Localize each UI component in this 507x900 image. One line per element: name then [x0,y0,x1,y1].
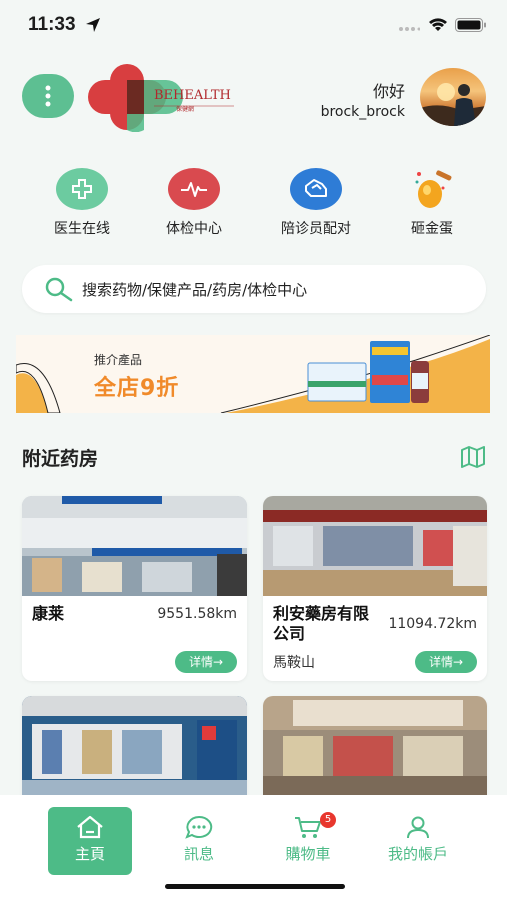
quick-action-label: 砸金蛋 [411,221,453,237]
pharmacy-photo [22,496,247,596]
user-icon [407,816,429,839]
pharmacy-name: 利安藥房有限公司 [273,604,370,643]
medical-cross-icon [56,168,108,210]
quick-action-label: 医生在线 [54,221,110,237]
map-icon[interactable] [460,446,486,468]
pharmacy-card[interactable] [22,696,247,806]
pharmacy-photo [22,696,247,796]
tab-label: 我的帳戶 [387,845,448,863]
battery-icon [455,18,486,32]
pharmacy-photo [263,696,487,796]
avatar-photo [420,83,486,126]
quick-action-golden-egg[interactable]: 砸金蛋 [377,168,487,238]
cart-badge: 5 [320,812,336,828]
username-text: brock_brock [320,104,405,120]
banner-subtitle: 推介產品 [94,353,143,367]
logo-wordmark: BEHEALTH [154,88,231,103]
handshake-icon [290,168,342,210]
heartbeat-icon [168,168,220,210]
pharmacy-area: 馬鞍山 [273,655,315,671]
quick-action-escort-match[interactable]: 陪诊员配对 [261,168,371,238]
search-bar[interactable]: 搜索药物/保健产品/药房/体检中心 [22,265,486,313]
pharmacy-distance: 11094.72km [388,616,477,632]
home-indicator [165,884,345,889]
logo-subtitle: 保健網 [176,106,195,113]
pharmacy-name: 康莱 [32,604,65,623]
wifi-icon [429,18,447,31]
banner-decoration [16,335,490,413]
greeting-text: 你好 [372,82,405,101]
details-button[interactable]: 详情→ [415,651,477,673]
tab-label: 購物車 [285,845,331,863]
quick-action-label: 体检中心 [166,221,222,237]
search-input[interactable]: 搜索药物/保健产品/药房/体检中心 [82,279,307,300]
signal-icon [399,27,420,31]
pharmacy-card[interactable]: 康莱 9551.58km 详情→ [22,496,247,681]
pharmacy-distance: 9551.58km [157,606,237,622]
avatar[interactable] [420,68,486,126]
quick-action-label: 陪诊员配对 [281,221,351,237]
pharmacy-photo [263,496,487,596]
home-icon [77,815,103,839]
quick-action-health-check[interactable]: 体检中心 [139,168,249,238]
tab-cart[interactable]: 購物車 [266,807,350,875]
details-button[interactable]: 详情→ [175,651,237,673]
golden-egg-icon [406,168,458,210]
tab-account[interactable]: 我的帳戶 [376,807,460,875]
chat-icon [185,815,213,839]
quick-actions: 医生在线 体检中心 陪诊员配对 砸金蛋 [0,168,507,238]
tab-messages[interactable]: 訊息 [157,807,241,875]
status-time: 11:33 [28,14,76,35]
quick-action-doctor-online[interactable]: 医生在线 [27,168,137,238]
cart-icon [295,817,321,838]
tab-home[interactable]: 主頁 [48,807,132,875]
banner-title: 全店9折 [94,376,180,401]
tab-label: 訊息 [183,845,214,863]
status-bar: 11:33 [0,0,507,50]
more-vertical-icon [45,85,51,107]
location-arrow-icon [86,18,100,32]
pharmacy-card[interactable]: 利安藥房有限公司 11094.72km 馬鞍山 详情→ [263,496,487,681]
menu-button[interactable] [22,74,74,118]
section-title-nearby-pharmacies: 附近药房 [22,448,99,470]
search-icon [45,277,73,302]
promo-banner[interactable]: 推介產品 全店9折 [16,335,490,413]
tab-label: 主頁 [74,845,105,863]
pharmacy-card[interactable] [263,696,487,806]
app-header: 你好 brock_brock [0,62,507,132]
